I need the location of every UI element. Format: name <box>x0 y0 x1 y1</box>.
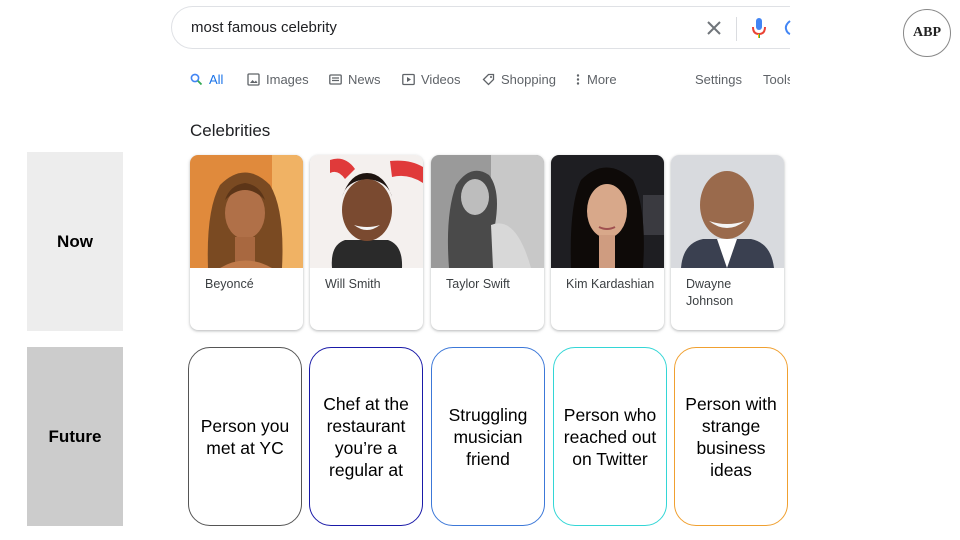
video-icon <box>402 73 415 86</box>
tab-shopping[interactable]: Shopping <box>482 72 556 87</box>
celebrity-card[interactable]: Dwayne Johnson <box>671 155 784 330</box>
tag-icon <box>482 73 495 86</box>
tab-images[interactable]: Images <box>247 72 309 87</box>
tab-label: Shopping <box>501 72 556 87</box>
future-item-text: Person you met at YC <box>200 415 290 458</box>
tab-label: All <box>209 72 224 87</box>
celebrity-photo <box>310 155 423 268</box>
celebrity-card[interactable]: Will Smith <box>310 155 423 330</box>
microphone-icon[interactable] <box>748 16 770 40</box>
logo-text: ABP <box>913 25 941 40</box>
future-item: Chef at the restaurant you’re a regular … <box>309 347 423 526</box>
future-item: Person you met at YC <box>188 347 302 526</box>
celebrity-photo <box>551 155 664 268</box>
news-icon <box>329 74 342 85</box>
tab-news[interactable]: News <box>329 72 381 87</box>
search-divider <box>736 17 737 41</box>
close-icon[interactable] <box>702 16 726 40</box>
abp-logo: ABP <box>903 9 951 57</box>
celebrity-card[interactable]: Taylor Swift <box>431 155 544 330</box>
search-tabs: All Images News Videos Shopping More Set… <box>190 72 790 92</box>
celebrity-name: Dwayne Johnson <box>686 277 734 308</box>
tab-label: News <box>348 72 381 87</box>
tab-label: Videos <box>421 72 461 87</box>
future-item: Struggling musician friend <box>431 347 545 526</box>
future-item-text: Chef at the restaurant you’re a regular … <box>323 393 409 480</box>
celebrity-card[interactable]: Kim Kardashian <box>551 155 664 330</box>
future-item: Person with strange business ideas <box>674 347 788 526</box>
lens-icon[interactable] <box>784 17 792 39</box>
tab-more[interactable]: More <box>575 72 617 87</box>
search-input[interactable]: most famous celebrity <box>191 19 337 36</box>
future-item-text: Person with strange business ideas <box>685 393 777 480</box>
tab-videos[interactable]: Videos <box>402 72 461 87</box>
celebrity-name: Beyoncé <box>205 277 254 291</box>
celebrity-photo <box>431 155 544 268</box>
settings-link[interactable]: Settings <box>695 72 742 87</box>
celebrity-name: Will Smith <box>325 277 381 291</box>
search-bar[interactable]: most famous celebrity <box>171 6 792 49</box>
row-label-now: Now <box>27 152 123 331</box>
tab-label: More <box>587 72 617 87</box>
row-label-text: Future <box>48 426 102 446</box>
row-label-future: Future <box>27 347 123 526</box>
celebrity-name: Kim Kardashian <box>566 277 655 291</box>
celebrity-photo <box>190 155 303 268</box>
celebrity-photo <box>671 155 784 268</box>
tab-label: Images <box>266 72 309 87</box>
future-item: Person who reached out on Twitter <box>553 347 667 526</box>
celebrity-card[interactable]: Beyoncé <box>190 155 303 330</box>
future-item-text: Struggling musician friend <box>448 404 528 469</box>
tab-all[interactable]: All <box>190 72 223 87</box>
section-title: Celebrities <box>190 121 271 140</box>
celebrity-name: Taylor Swift <box>446 277 510 291</box>
row-label-text: Now <box>57 231 93 251</box>
image-icon <box>247 73 260 86</box>
tools-link[interactable]: Tools <box>763 72 790 87</box>
search-icon <box>190 73 203 86</box>
more-vert-icon <box>576 74 580 85</box>
future-item-text: Person who reached out on Twitter <box>563 404 657 469</box>
